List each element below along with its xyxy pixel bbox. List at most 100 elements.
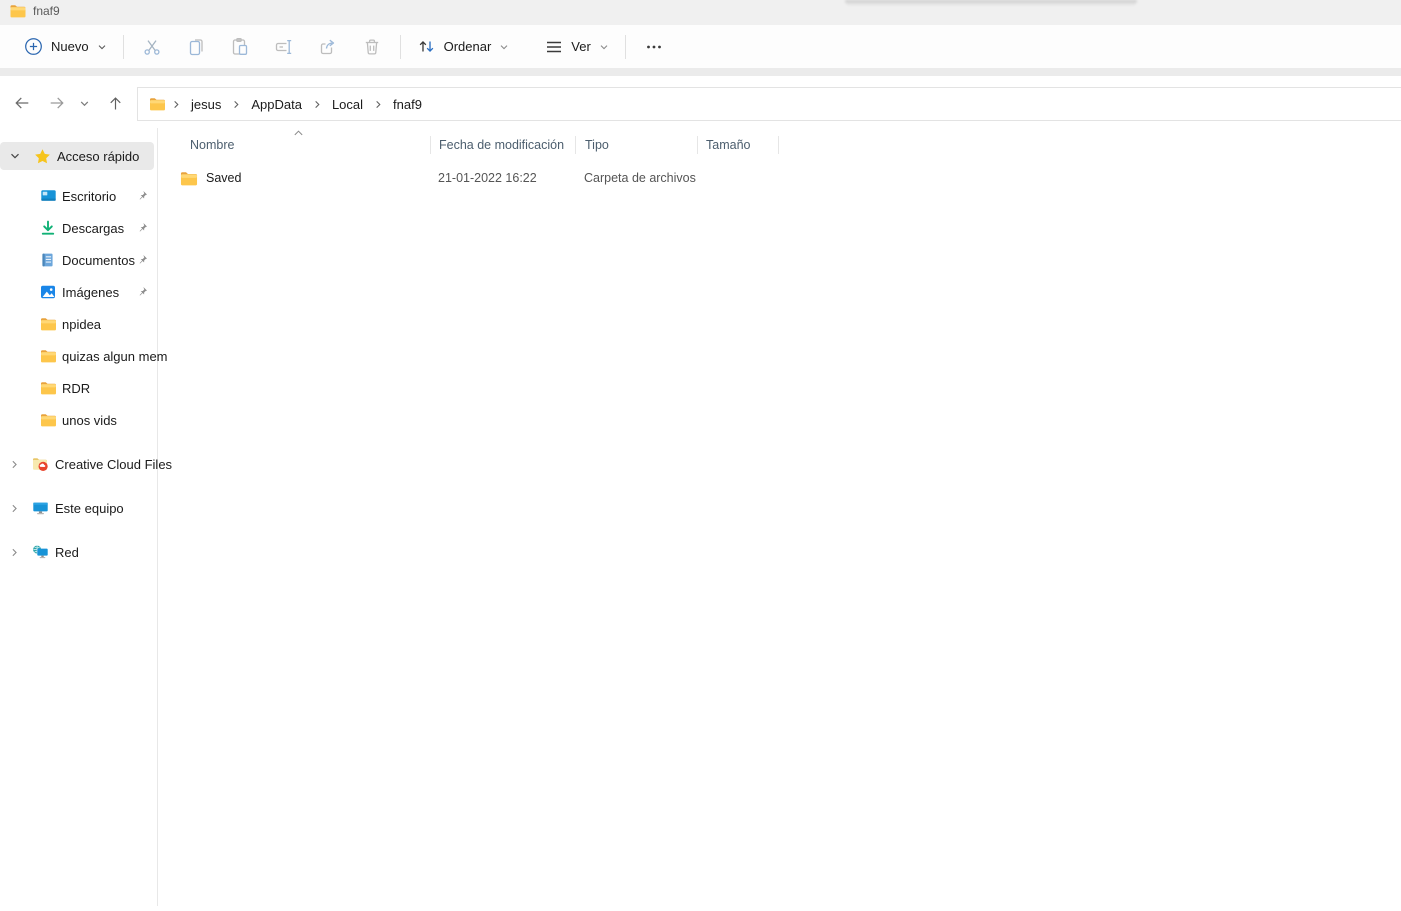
file-modified-date: 21-01-2022 16:22 [438, 171, 537, 185]
column-header-tipo[interactable]: Tipo [576, 130, 697, 160]
new-button[interactable]: Nuevo [14, 30, 117, 64]
sort-ascending-icon [293, 129, 304, 137]
address-bar[interactable]: jesus AppData Local fnaf9 [137, 87, 1401, 121]
chevron-right-icon[interactable] [9, 547, 22, 558]
folder-icon [40, 349, 57, 363]
sidebar-item-quick-access[interactable]: Acceso rápido [0, 142, 154, 170]
column-header-fecha[interactable]: Fecha de modificación [431, 130, 575, 160]
pin-icon [137, 254, 148, 265]
toolbar-separator [122, 34, 124, 59]
view-button[interactable]: Ver [535, 30, 619, 64]
copy-button[interactable] [174, 30, 218, 64]
breadcrumb: jesus AppData Local fnaf9 [147, 93, 429, 116]
back-button[interactable] [7, 88, 37, 118]
chevron-down-icon [97, 42, 107, 52]
column-header-nombre[interactable]: Nombre [158, 130, 430, 160]
pin-icon [137, 286, 148, 297]
sidebar-item-label: Documentos [62, 252, 135, 268]
forward-button[interactable] [42, 88, 72, 118]
up-button[interactable] [100, 88, 130, 118]
share-button[interactable] [306, 30, 350, 64]
window-tab[interactable]: fnaf9 [10, 4, 60, 18]
new-button-label: Nuevo [51, 39, 89, 54]
column-header-label: Nombre [190, 138, 235, 152]
sidebar-item-quizas-algun-mem[interactable]: quizas algun mem [0, 342, 168, 370]
window-tab-title: fnaf9 [33, 4, 60, 18]
toolbar-separator [624, 34, 626, 59]
sidebar-item-label: Red [55, 544, 79, 560]
cut-icon [144, 39, 160, 55]
sidebar-item-label: npidea [62, 316, 102, 332]
sidebar-item-label: Este equipo [55, 500, 124, 516]
circle-plus-icon [25, 38, 42, 55]
column-header-label: Fecha de modificación [439, 138, 565, 152]
chevron-right-icon[interactable] [9, 503, 22, 514]
recent-locations-button[interactable] [72, 88, 96, 118]
sidebar-item-label: Escritorio [62, 188, 117, 204]
folder-icon [180, 171, 198, 185]
file-explorer-window: fnaf9 Nuevo Ordenar Ver jesus AppData Lo… [0, 0, 1401, 911]
toolbar-separator [399, 34, 401, 59]
arrow-up-icon [109, 96, 121, 109]
column-header-label: Tamaño [706, 138, 751, 152]
desktop-icon [40, 188, 57, 204]
more-options-button[interactable] [632, 30, 676, 64]
ellipsis-icon [646, 45, 661, 48]
chevron-down-icon [499, 42, 509, 52]
this-pc-icon [32, 500, 49, 516]
command-bar-divider [0, 68, 1401, 76]
network-icon [32, 544, 49, 560]
chevron-down-icon [80, 101, 88, 106]
pin-icon [137, 222, 148, 233]
breadcrumb-separator-icon [168, 100, 184, 109]
file-type: Carpeta de archivos [584, 171, 696, 185]
title-bar: fnaf9 [0, 0, 1401, 25]
folder-icon [10, 5, 26, 18]
folder-icon [40, 381, 57, 395]
breadcrumb-item-appdata[interactable]: AppData [244, 93, 309, 116]
column-header-label: Tipo [585, 138, 609, 152]
sidebar-item-este-equipo[interactable]: Este equipo [0, 494, 154, 522]
sidebar-item-label: Imágenes [62, 284, 120, 300]
sidebar-item-escritorio[interactable]: Escritorio [0, 182, 154, 210]
sidebar-item-label: unos vids [62, 412, 117, 428]
chevron-right-icon[interactable] [9, 459, 22, 470]
sidebar-item-creative-cloud-files[interactable]: Creative Cloud Files [0, 450, 172, 478]
star-icon [34, 148, 51, 165]
sidebar-item-rdr[interactable]: RDR [0, 374, 154, 402]
paste-button[interactable] [218, 30, 262, 64]
delete-button[interactable] [350, 30, 394, 64]
sidebar-item-label: Acceso rápido [57, 148, 140, 164]
sidebar-item-label: quizas algun mem [62, 348, 168, 364]
breadcrumb-item-jesus[interactable]: jesus [184, 93, 228, 116]
chevron-down-icon[interactable] [9, 150, 22, 162]
sidebar-item-documentos[interactable]: Documentos [0, 246, 154, 274]
breadcrumb-separator-icon [228, 100, 244, 109]
window-shadow-artifact [845, 0, 1137, 6]
sort-button[interactable]: Ordenar [407, 30, 520, 64]
column-headers: Nombre Fecha de modificación Tipo Tamaño [158, 130, 918, 160]
breadcrumb-item-local[interactable]: Local [325, 93, 370, 116]
navigation-bar: jesus AppData Local fnaf9 [0, 76, 1401, 128]
view-button-label: Ver [571, 39, 591, 54]
file-row-saved[interactable]: Saved 21-01-2022 16:22 Carpeta de archiv… [158, 164, 918, 192]
arrow-left-icon [15, 97, 29, 109]
rename-button[interactable] [262, 30, 306, 64]
breadcrumb-separator-icon [370, 100, 386, 109]
column-divider[interactable] [778, 136, 779, 154]
sidebar-item-descargas[interactable]: Descargas [0, 214, 154, 242]
sidebar-item-imagenes[interactable]: Imágenes [0, 278, 154, 306]
sidebar-item-npidea[interactable]: npidea [0, 310, 154, 338]
sidebar-item-unos-vids[interactable]: unos vids [0, 406, 154, 434]
share-icon [320, 39, 334, 54]
downloads-icon [40, 220, 57, 236]
sidebar: Acceso rápido Escritorio Descargas Docum… [0, 128, 172, 906]
trash-icon [365, 38, 378, 55]
pictures-icon [40, 284, 57, 300]
chevron-down-icon [599, 42, 609, 52]
cut-button[interactable] [130, 30, 174, 64]
breadcrumb-item-fnaf9[interactable]: fnaf9 [386, 93, 429, 116]
folder-icon [40, 413, 57, 427]
column-header-tamano[interactable]: Tamaño [698, 130, 778, 160]
sidebar-item-red[interactable]: Red [0, 538, 154, 566]
